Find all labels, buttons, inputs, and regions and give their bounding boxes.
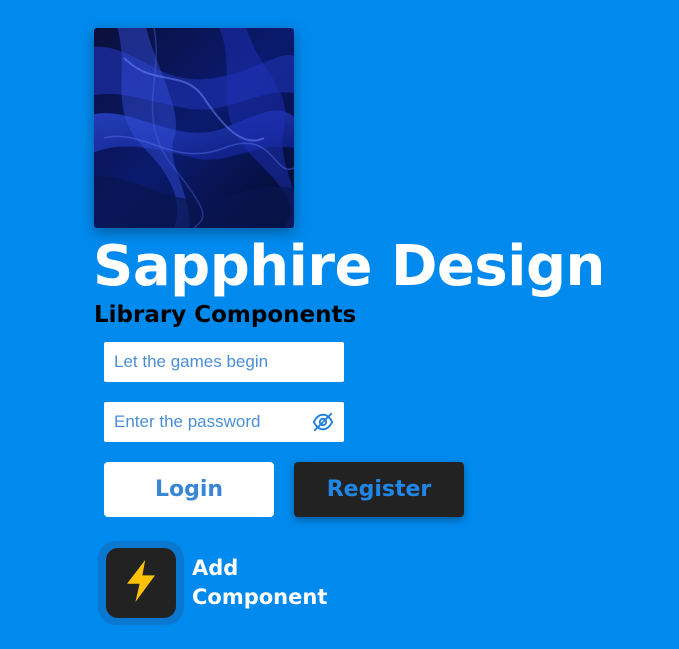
password-input[interactable] — [104, 402, 344, 442]
hero-image — [94, 28, 294, 228]
add-component-label: Add Component — [192, 556, 328, 609]
eye-slash-icon[interactable] — [312, 411, 334, 433]
username-input[interactable] — [104, 342, 344, 382]
username-field[interactable] — [104, 342, 344, 382]
page-subtitle: Library Components — [94, 302, 357, 328]
add-component-button[interactable]: Add Component — [98, 541, 352, 625]
password-field[interactable] — [104, 402, 344, 442]
add-component-icon-container[interactable] — [98, 541, 184, 625]
page: Sapphire Design Library Components Login… — [0, 0, 679, 649]
add-component-icon-tile[interactable] — [106, 548, 176, 618]
login-button[interactable]: Login — [104, 462, 274, 517]
register-button[interactable]: Register — [294, 462, 464, 517]
page-title: Sapphire Design — [93, 234, 605, 299]
lightning-bolt-icon — [124, 559, 158, 607]
